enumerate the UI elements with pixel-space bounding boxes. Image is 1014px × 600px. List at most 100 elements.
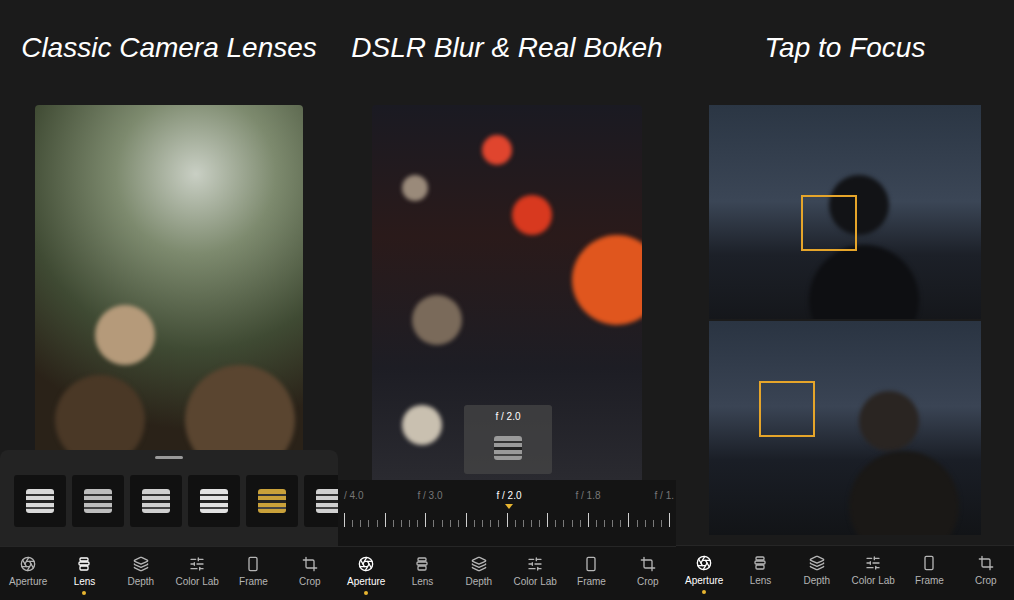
- lens-option[interactable]: [246, 475, 298, 527]
- slider-tick: [433, 520, 434, 527]
- lens-option[interactable]: [14, 475, 66, 527]
- nav-item[interactable]: Frame: [901, 546, 957, 600]
- nav-label: Lens: [74, 576, 96, 587]
- slider-tick: [645, 520, 646, 527]
- nav-item[interactable]: Color Lab: [507, 547, 563, 600]
- slider-tick: [661, 520, 662, 527]
- nav-item[interactable]: Crop: [958, 546, 1014, 600]
- nav-label: Frame: [577, 576, 606, 587]
- frame-icon: [245, 556, 261, 572]
- lens-list: [0, 475, 338, 527]
- photo: f / 2.0: [372, 105, 642, 480]
- slider-tick: [482, 520, 483, 527]
- nav-item[interactable]: Frame: [563, 547, 619, 600]
- nav-item[interactable]: Color Lab: [845, 546, 901, 600]
- nav-label: Depth: [465, 576, 492, 587]
- slider-tick: [596, 520, 597, 527]
- crop-icon: [640, 556, 656, 572]
- stop-label[interactable]: f / 1.: [655, 490, 674, 501]
- slider-tick: [588, 513, 589, 527]
- panel-heading: DSLR Blur & Real Bokeh: [338, 0, 676, 105]
- slider-tick: [442, 520, 443, 527]
- nav-label: Color Lab: [851, 575, 894, 586]
- screen-panel: Classic Camera LensesApertureLensDepthCo…: [0, 0, 338, 600]
- lens-icon: [752, 555, 768, 571]
- nav-item[interactable]: Color Lab: [169, 547, 225, 600]
- promo-page: Classic Camera LensesApertureLensDepthCo…: [0, 0, 1014, 600]
- lens-sheet: [0, 450, 338, 546]
- slider-tick: [580, 520, 581, 527]
- slider-track[interactable]: [338, 511, 676, 527]
- nav-dot: [26, 591, 30, 595]
- stop-label[interactable]: f / 3.0: [417, 490, 442, 501]
- nav-item[interactable]: Frame: [225, 547, 281, 600]
- color-lab-icon: [865, 555, 881, 571]
- nav-item[interactable]: Aperture: [338, 547, 394, 600]
- lens-image-icon: [194, 481, 234, 521]
- aperture-icon: [696, 555, 712, 571]
- nav-item[interactable]: Aperture: [676, 546, 732, 600]
- nav-item[interactable]: Depth: [451, 547, 507, 600]
- aperture-slider[interactable]: / 4.0 f / 3.0 f / 2.0 f / 1.8 f / 1.: [338, 480, 676, 546]
- slider-tick: [450, 520, 451, 527]
- lens-option[interactable]: [130, 475, 182, 527]
- nav-label: Depth: [803, 575, 830, 586]
- nav-item[interactable]: Lens: [56, 547, 112, 600]
- nav-label: Crop: [299, 576, 321, 587]
- nav-dot: [251, 591, 255, 595]
- nav-item[interactable]: Crop: [620, 547, 676, 600]
- lens-image-icon: [78, 481, 118, 521]
- color-lab-icon: [189, 556, 205, 572]
- nav-dot: [984, 590, 988, 594]
- nav-label: Lens: [412, 576, 434, 587]
- aperture-icon: [358, 556, 374, 572]
- stop-label[interactable]: / 4.0: [344, 490, 363, 501]
- focus-box: [759, 381, 815, 437]
- panel-heading: Tap to Focus: [676, 0, 1014, 105]
- nav-dot: [646, 591, 650, 595]
- nav-dot: [702, 590, 706, 594]
- nav-dot: [927, 590, 931, 594]
- slider-tick: [393, 520, 394, 527]
- focus-box: [801, 195, 857, 251]
- nav-label: Color Lab: [175, 576, 218, 587]
- slider-tick: [604, 520, 605, 527]
- nav-item[interactable]: Lens: [732, 546, 788, 600]
- nav-label: Aperture: [9, 576, 47, 587]
- sheet-handle[interactable]: [155, 456, 183, 459]
- crop-icon: [978, 555, 994, 571]
- frame-icon: [921, 555, 937, 571]
- photo[interactable]: [709, 321, 981, 535]
- nav-item[interactable]: Lens: [394, 547, 450, 600]
- slider-tick: [620, 520, 621, 527]
- frame-icon: [583, 556, 599, 572]
- lens-icon: [414, 556, 430, 572]
- nav-label: Crop: [975, 575, 997, 586]
- slider-tick: [628, 513, 629, 527]
- nav-dot: [364, 591, 368, 595]
- nav-dot: [758, 590, 762, 594]
- slider-tick: [417, 520, 418, 527]
- stop-label[interactable]: f / 2.0: [496, 490, 521, 501]
- nav-item[interactable]: Depth: [789, 546, 845, 600]
- bottom-nav: Aperture Lens Depth Color Lab Frame Crop: [338, 546, 676, 600]
- nav-item[interactable]: Aperture: [0, 547, 56, 600]
- screen-panel: DSLR Blur & Real Bokeh f / 2.0 / 4.0 f / 3.…: [338, 0, 676, 600]
- slider-tick: [368, 520, 369, 527]
- crop-icon: [302, 556, 318, 572]
- slider-tick: [555, 520, 556, 527]
- depth-icon: [809, 555, 825, 571]
- slider-tick: [466, 513, 467, 527]
- lens-option[interactable]: [304, 475, 338, 527]
- photo[interactable]: [709, 105, 981, 319]
- overlay-value: f / 2.0: [495, 411, 520, 422]
- nav-dot: [139, 591, 143, 595]
- nav-label: Aperture: [685, 575, 723, 586]
- nav-item[interactable]: Depth: [113, 547, 169, 600]
- lens-option[interactable]: [188, 475, 240, 527]
- stop-label[interactable]: f / 1.8: [576, 490, 601, 501]
- slider-tick: [507, 513, 508, 527]
- lens-option[interactable]: [72, 475, 124, 527]
- depth-icon: [133, 556, 149, 572]
- nav-item[interactable]: Crop: [282, 547, 338, 600]
